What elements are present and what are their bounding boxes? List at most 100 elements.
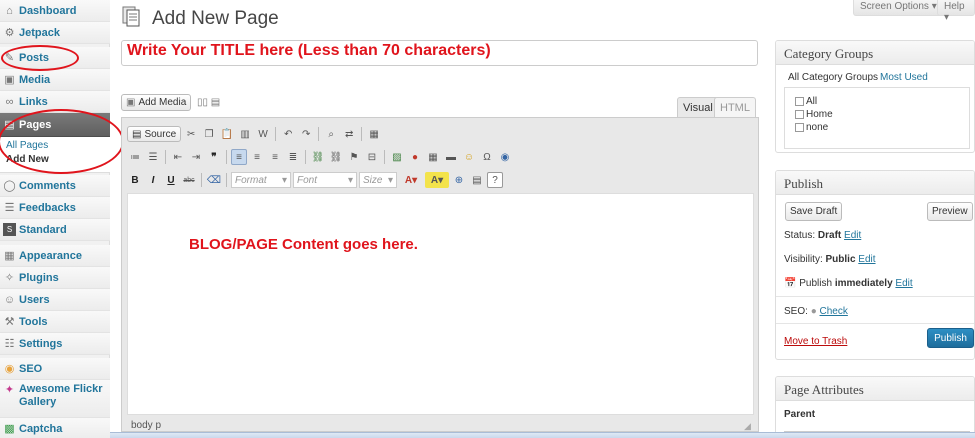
sidebar-item-posts[interactable]: ✎ Posts — [0, 47, 110, 69]
align-left-icon[interactable]: ≡ — [231, 149, 247, 165]
tab-most-used[interactable]: Most Used — [880, 72, 928, 83]
sidebar-item-label: Comments — [19, 179, 76, 192]
italic-icon[interactable]: I — [145, 172, 161, 188]
paste-icon[interactable]: 📋 — [219, 126, 235, 142]
eraser-icon[interactable]: ⌫ — [206, 172, 222, 188]
editor-content-area[interactable] — [127, 193, 754, 415]
insert-icon[interactable]: ⊕ — [451, 172, 467, 188]
category-option-home[interactable]: Home — [795, 109, 833, 120]
sidebar-item-awesome-flickr-gallery[interactable]: ✦ Awesome Flickr Gallery — [0, 380, 110, 418]
iframe-icon[interactable]: ◉ — [497, 149, 513, 165]
sidebar-item-label: Awesome Flickr Gallery — [19, 383, 103, 408]
sidebar-item-tools[interactable]: ⚒ Tools — [0, 311, 110, 333]
sidebar-item-plugins[interactable]: ✧ Plugins — [0, 267, 110, 289]
format-select[interactable]: Format ▾ — [231, 172, 291, 188]
upload-icons[interactable]: ▯▯ ▤ — [197, 97, 220, 108]
sidebar-item-label: Jetpack — [19, 26, 60, 39]
sidebar-item-pages[interactable]: ▤ Pages — [0, 113, 110, 137]
find-icon[interactable]: ⌕ — [323, 126, 339, 142]
separator — [318, 127, 320, 141]
link-icon[interactable]: ⛓ — [310, 149, 326, 165]
undo-icon[interactable]: ↶ — [280, 126, 296, 142]
indent-icon[interactable]: ⇥ — [188, 149, 204, 165]
save-draft-button[interactable]: Save Draft — [785, 202, 843, 221]
sidebar-item-standard[interactable]: S Standard — [0, 219, 110, 241]
preview-button[interactable]: Preview — [927, 202, 973, 221]
resize-handle-icon[interactable]: ◢ — [744, 421, 751, 432]
underline-icon[interactable]: U — [163, 172, 179, 188]
sidebar-item-label: Plugins — [19, 271, 59, 284]
copy-icon[interactable]: ❐ — [201, 126, 217, 142]
edit-schedule-link[interactable]: Edit — [895, 278, 912, 289]
font-select[interactable]: Font ▾ — [293, 172, 357, 188]
hr-icon[interactable]: ⊟ — [364, 149, 380, 165]
add-media-button[interactable]: ▣ Add Media — [121, 94, 192, 111]
bold-icon[interactable]: B — [127, 172, 143, 188]
sidebar-item-seo[interactable]: ◉ SEO — [0, 358, 110, 380]
schedule-row: 📅 Publish immediately Edit — [784, 278, 913, 289]
anchor-icon[interactable]: ⚑ — [346, 149, 362, 165]
category-option-all[interactable]: All — [795, 96, 817, 107]
unlink-icon[interactable]: ⛓ — [328, 149, 344, 165]
align-right-icon[interactable]: ≡ — [267, 149, 283, 165]
separator — [361, 127, 363, 141]
numbered-list-icon[interactable]: ≔ — [127, 149, 143, 165]
tab-all-category-groups[interactable]: All Category Groups — [788, 72, 878, 83]
move-to-trash-link[interactable]: Move to Trash — [784, 336, 847, 347]
replace-icon[interactable]: ⇄ — [341, 126, 357, 142]
screen-options-tab[interactable]: Screen Options ▾ — [853, 0, 944, 16]
seo-check-link[interactable]: Check — [820, 306, 848, 317]
select-all-icon[interactable]: ▦ — [366, 126, 382, 142]
sidebar-item-media[interactable]: ▣ Media — [0, 69, 110, 91]
image-icon[interactable]: ▨ — [389, 149, 405, 165]
help-tab[interactable]: Help ▾ — [937, 0, 975, 23]
checkbox[interactable] — [795, 109, 804, 119]
text-color-icon[interactable]: A▾ — [399, 172, 423, 188]
submenu-all-pages[interactable]: All Pages — [0, 139, 110, 153]
paste-text-icon[interactable]: ▥ — [237, 126, 253, 142]
sidebar-item-label: Users — [19, 293, 50, 306]
special-char-icon[interactable]: Ω — [479, 149, 495, 165]
sidebar-item-jetpack[interactable]: ⚙ Jetpack — [0, 22, 110, 44]
paste-word-icon[interactable]: W — [255, 126, 271, 142]
sidebar-item-users[interactable]: ☺ Users — [0, 289, 110, 311]
separator — [226, 173, 227, 187]
justify-icon[interactable]: ≣ — [285, 149, 301, 165]
help-icon[interactable]: ? — [487, 172, 503, 188]
publish-button[interactable]: Publish — [927, 328, 974, 348]
tab-html[interactable]: HTML — [714, 97, 756, 117]
sidebar-item-captcha[interactable]: ▩ Captcha — [0, 418, 110, 438]
edit-visibility-link[interactable]: Edit — [858, 254, 875, 265]
bullet-list-icon[interactable]: ☰ — [145, 149, 161, 165]
checkbox[interactable] — [795, 96, 804, 106]
edit-status-link[interactable]: Edit — [844, 230, 861, 241]
sidebar-item-label: Posts — [19, 51, 49, 64]
sidebar-item-settings[interactable]: ☷ Settings — [0, 333, 110, 355]
sidebar-item-links[interactable]: ∞ Links — [0, 91, 110, 113]
blockquote-icon[interactable]: ❞ — [206, 149, 222, 165]
submenu-add-new[interactable]: Add New — [0, 153, 110, 167]
sidebar-item-appearance[interactable]: ▦ Appearance — [0, 245, 110, 267]
preview-icon[interactable]: ▤ — [469, 172, 485, 188]
horizontal-rule-icon[interactable]: ▬ — [443, 149, 459, 165]
sidebar-item-dashboard[interactable]: ⌂ Dashboard — [0, 0, 110, 22]
sidebar-item-feedbacks[interactable]: ☰ Feedbacks — [0, 197, 110, 219]
cut-icon[interactable]: ✂ — [183, 126, 199, 142]
table-icon[interactable]: ▦ — [425, 149, 441, 165]
sidebar-item-comments[interactable]: ◯ Comments — [0, 175, 110, 197]
tab-visual[interactable]: Visual — [677, 97, 719, 117]
smiley-icon[interactable]: ☺ — [461, 149, 477, 165]
page-title: Add New Page — [152, 8, 279, 29]
size-select[interactable]: Size ▾ — [359, 172, 397, 188]
category-option-none[interactable]: none — [795, 122, 828, 133]
source-button[interactable]: ▤ Source — [127, 126, 182, 142]
seo-row: SEO: ● Check — [784, 306, 848, 317]
redo-icon[interactable]: ↷ — [298, 126, 314, 142]
strikethrough-icon[interactable]: abc — [181, 172, 197, 188]
flash-icon[interactable]: ● — [407, 149, 423, 165]
align-center-icon[interactable]: ≡ — [249, 149, 265, 165]
chevron-down-icon: ▾ — [281, 174, 287, 186]
background-color-icon[interactable]: A▾ — [425, 172, 449, 188]
outdent-icon[interactable]: ⇤ — [170, 149, 186, 165]
checkbox[interactable] — [795, 122, 804, 132]
